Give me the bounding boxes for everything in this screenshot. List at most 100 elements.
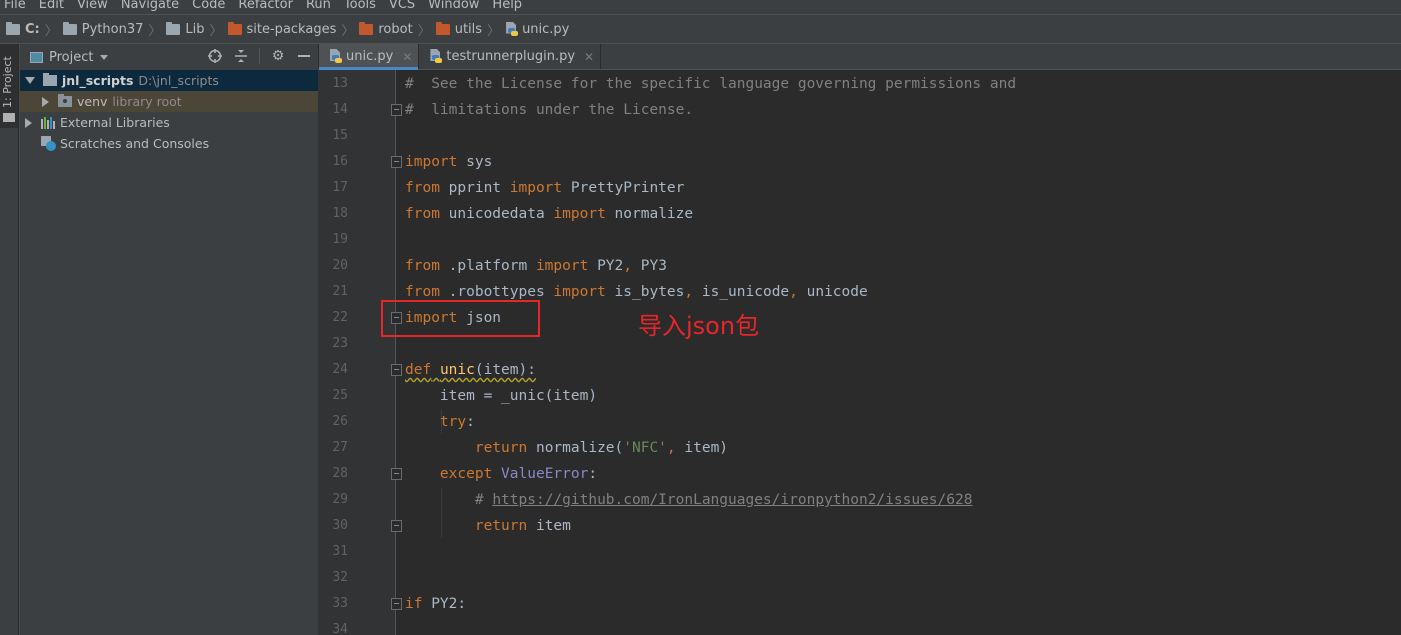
- line-number: 18: [332, 206, 348, 221]
- folder-icon: [62, 21, 77, 35]
- chevron-right-icon: 〉: [44, 23, 58, 39]
- breadcrumb-item-c[interactable]: C: 〉: [6, 20, 63, 39]
- project-tree: jnl_scripts D:\jnl_scripts venv library …: [20, 70, 318, 154]
- fold-marker-icon[interactable]: [391, 364, 402, 376]
- line-number: 27: [332, 440, 348, 455]
- tree-item-external-libraries[interactable]: External Libraries: [20, 112, 318, 133]
- folder-icon: [227, 21, 242, 35]
- breadcrumb-item-unic-py[interactable]: unic.py: [505, 21, 570, 37]
- close-icon[interactable]: ✕: [402, 50, 412, 64]
- project-window-icon: [30, 51, 43, 63]
- code-line-27: return normalize('NFC', item): [474, 440, 729, 456]
- breadcrumb-label: Python37: [81, 21, 144, 37]
- line-number: 22: [332, 310, 348, 325]
- collapse-arrow-icon[interactable]: [42, 96, 49, 107]
- minimize-icon[interactable]: [296, 48, 312, 64]
- code-line-25: item = _unic(item): [405, 388, 598, 404]
- library-icon: [41, 116, 55, 129]
- menu-refactor[interactable]: Refactor: [238, 0, 293, 14]
- chevron-right-icon: 〉: [341, 23, 355, 39]
- line-number: 20: [332, 258, 348, 273]
- tab-testrunnerplugin-py[interactable]: testrunnerplugin.py ✕: [419, 44, 602, 69]
- menu-view[interactable]: View: [77, 0, 108, 14]
- tab-label: testrunnerplugin.py: [446, 49, 576, 64]
- expand-arrow-icon[interactable]: [25, 77, 35, 84]
- fold-marker-icon[interactable]: [391, 598, 402, 610]
- project-tool-window-tab[interactable]: 1: Project: [0, 44, 18, 128]
- code-line-26: try:: [439, 414, 475, 430]
- breadcrumb-label: utils: [454, 21, 483, 37]
- line-number: 26: [332, 414, 348, 429]
- folder-icon: [166, 21, 181, 35]
- fold-marker-icon[interactable]: [391, 104, 402, 116]
- line-number: 34: [332, 622, 348, 635]
- tree-item-label: venv: [77, 94, 108, 109]
- menu-navigate[interactable]: Navigate: [121, 0, 179, 14]
- project-panel: Project ⚙ jnl_scripts D:\jnl_scripts ven…: [19, 44, 318, 635]
- code-line-17: from pprint import PrettyPrinter: [405, 180, 685, 196]
- menu-run[interactable]: Run: [306, 0, 331, 14]
- line-number: 32: [332, 570, 348, 585]
- menu-help[interactable]: Help: [492, 0, 522, 14]
- code-line-24: def unic(item):: [405, 362, 536, 378]
- breadcrumb-item-utils[interactable]: utils 〉: [435, 20, 505, 39]
- chevron-right-icon: 〉: [148, 23, 162, 39]
- breadcrumb-item-site-packages[interactable]: site-packages 〉: [227, 20, 360, 39]
- line-number: 33: [332, 596, 348, 611]
- close-icon[interactable]: ✕: [584, 50, 594, 64]
- folder-icon: [435, 21, 450, 35]
- chevron-down-icon[interactable]: [100, 54, 109, 60]
- line-number: 30: [332, 518, 348, 533]
- folder-icon: [359, 21, 374, 35]
- tree-item-note: library root: [112, 94, 182, 109]
- menu-code[interactable]: Code: [192, 0, 225, 14]
- line-number: 28: [332, 466, 348, 481]
- breadcrumb-item-lib[interactable]: Lib 〉: [166, 20, 227, 39]
- breadcrumb-label: C:: [25, 21, 40, 37]
- chevron-right-icon: 〉: [209, 23, 223, 39]
- chevron-right-icon: 〉: [487, 23, 501, 39]
- menu-window[interactable]: Window: [428, 0, 479, 14]
- issue-link[interactable]: https://github.com/IronLanguages/ironpyt…: [492, 492, 972, 508]
- tree-item-jnl-scripts[interactable]: jnl_scripts D:\jnl_scripts: [20, 70, 318, 91]
- collapse-all-icon[interactable]: [233, 48, 249, 64]
- fold-marker-icon[interactable]: [391, 468, 402, 480]
- folder-icon: [43, 73, 57, 86]
- menu-edit[interactable]: Edit: [39, 0, 64, 14]
- code-line-18: from unicodedata import normalize: [405, 206, 694, 222]
- line-number: 25: [332, 388, 348, 403]
- breadcrumb-item-robot[interactable]: robot 〉: [359, 20, 435, 39]
- line-number: 16: [332, 154, 348, 169]
- annotation-label: 导入json包: [638, 312, 760, 340]
- locate-icon[interactable]: [207, 48, 223, 64]
- folder-icon: [58, 94, 72, 107]
- breadcrumb-label: unic.py: [522, 21, 570, 37]
- code-line-14: # limitations under the License.: [405, 102, 694, 118]
- python-file-icon: [505, 21, 519, 37]
- tree-item-scratches[interactable]: Scratches and Consoles: [20, 133, 318, 154]
- line-number: 19: [332, 232, 348, 247]
- code-line-20: from .platform import PY2, PY3: [405, 258, 667, 274]
- menu-bar: File Edit View Navigate Code Refactor Ru…: [0, 0, 1401, 14]
- menu-file[interactable]: File: [4, 0, 26, 14]
- gear-icon[interactable]: ⚙: [270, 48, 286, 64]
- code-editor[interactable]: 13 14 15 16 17 18 19 20 21 22 23 24 25 26 27 28 29 30 31 32…: [318, 70, 1401, 635]
- menu-vcs[interactable]: VCS: [389, 0, 415, 14]
- tab-label: unic.py: [346, 49, 394, 64]
- project-tab-label: 1: Project: [1, 56, 14, 108]
- line-number: 17: [332, 180, 348, 195]
- menu-tools[interactable]: Tools: [344, 0, 376, 14]
- tree-item-venv[interactable]: venv library root: [20, 91, 318, 112]
- line-number: 15: [332, 128, 348, 143]
- line-number: 24: [332, 362, 348, 377]
- fold-marker-icon[interactable]: [391, 520, 402, 532]
- line-number: 13: [332, 76, 348, 91]
- line-number: 23: [332, 336, 348, 351]
- code-line-29: # https://github.com/IronLanguages/ironp…: [474, 492, 973, 508]
- fold-marker-icon[interactable]: [391, 156, 402, 168]
- collapse-arrow-icon[interactable]: [25, 117, 32, 128]
- breadcrumb: C: 〉 Python37 〉 Lib 〉 site-packages 〉 ro…: [0, 14, 1401, 44]
- project-view-selector[interactable]: Project: [49, 50, 93, 65]
- tab-unic-py[interactable]: unic.py ✕: [319, 44, 420, 70]
- breadcrumb-item-python37[interactable]: Python37 〉: [62, 20, 167, 39]
